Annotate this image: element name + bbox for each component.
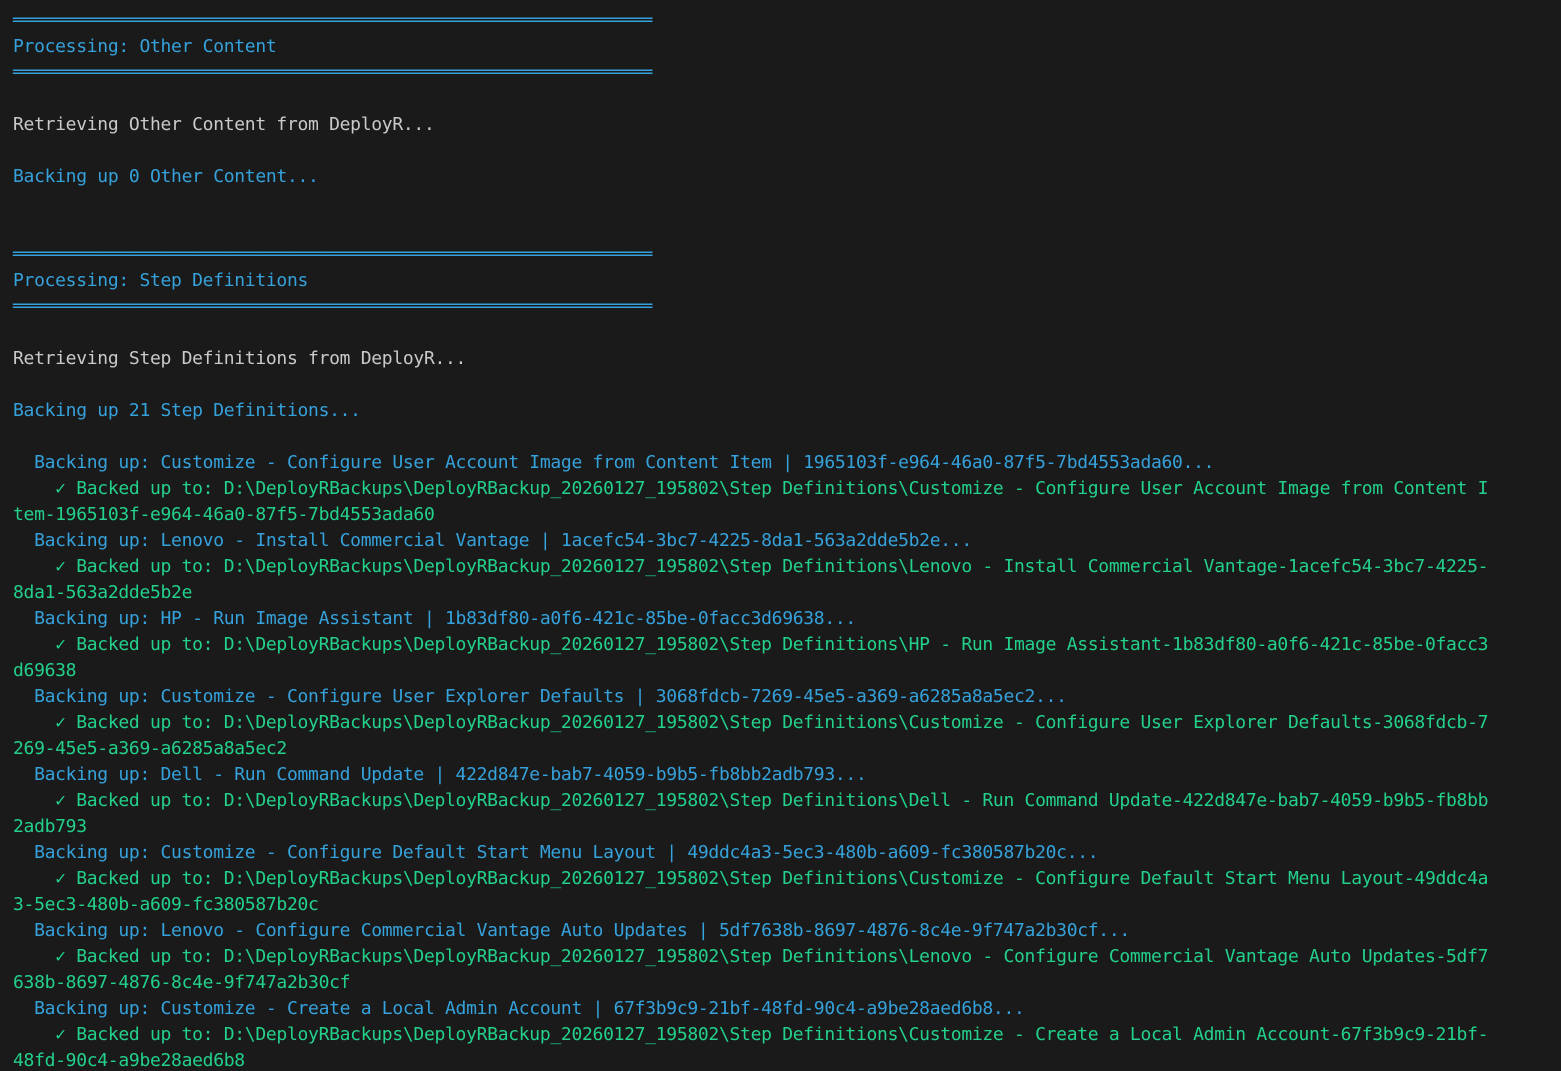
backing-up-item: Backing up: Dell - Run Command Update | … <box>13 762 1561 788</box>
backed-up-result: 8da1-563a2dde5b2e <box>13 580 1561 606</box>
terminal-line <box>13 216 1561 242</box>
backed-up-result: tem-1965103f-e964-46a0-87f5-7bd4553ada60 <box>13 502 1561 528</box>
backed-up-result: ✓ Backed up to: D:\DeployRBackups\Deploy… <box>13 944 1561 970</box>
section-title: Processing: Step Definitions <box>13 268 1561 294</box>
backing-up-count: Backing up 0 Other Content... <box>13 164 1561 190</box>
backed-up-result: ✓ Backed up to: D:\DeployRBackups\Deploy… <box>13 554 1561 580</box>
backed-up-result: ✓ Backed up to: D:\DeployRBackups\Deploy… <box>13 710 1561 736</box>
terminal-line <box>13 190 1561 216</box>
terminal-line <box>13 320 1561 346</box>
backed-up-result: 2adb793 <box>13 814 1561 840</box>
backed-up-result: ✓ Backed up to: D:\DeployRBackups\Deploy… <box>13 476 1561 502</box>
backing-up-item: Backing up: Customize - Create a Local A… <box>13 996 1561 1022</box>
backed-up-result: 48fd-90c4-a9be28aed6b8 <box>13 1048 1561 1071</box>
retrieving-status: Retrieving Other Content from DeployR... <box>13 112 1561 138</box>
backing-up-item: Backing up: Customize - Configure User A… <box>13 450 1561 476</box>
section-separator: ════════════════════════════════════════… <box>13 242 1561 268</box>
backed-up-result: d69638 <box>13 658 1561 684</box>
section-separator: ════════════════════════════════════════… <box>13 294 1561 320</box>
backed-up-result: ✓ Backed up to: D:\DeployRBackups\Deploy… <box>13 788 1561 814</box>
section-separator: ════════════════════════════════════════… <box>13 8 1561 34</box>
backed-up-result: 269-45e5-a369-a6285a8a5ec2 <box>13 736 1561 762</box>
terminal-output[interactable]: ════════════════════════════════════════… <box>0 0 1561 1071</box>
backed-up-result: ✓ Backed up to: D:\DeployRBackups\Deploy… <box>13 866 1561 892</box>
backing-up-item: Backing up: Lenovo - Configure Commercia… <box>13 918 1561 944</box>
backed-up-result: 638b-8697-4876-8c4e-9f747a2b30cf <box>13 970 1561 996</box>
retrieving-status: Retrieving Step Definitions from DeployR… <box>13 346 1561 372</box>
backing-up-item: Backing up: Customize - Configure User E… <box>13 684 1561 710</box>
backed-up-result: ✓ Backed up to: D:\DeployRBackups\Deploy… <box>13 632 1561 658</box>
backing-up-item: Backing up: Lenovo - Install Commercial … <box>13 528 1561 554</box>
terminal-line <box>13 372 1561 398</box>
terminal-line <box>13 86 1561 112</box>
terminal-line <box>13 424 1561 450</box>
backed-up-result: ✓ Backed up to: D:\DeployRBackups\Deploy… <box>13 1022 1561 1048</box>
terminal-line <box>13 138 1561 164</box>
section-title: Processing: Other Content <box>13 34 1561 60</box>
section-separator: ════════════════════════════════════════… <box>13 60 1561 86</box>
backing-up-item: Backing up: Customize - Configure Defaul… <box>13 840 1561 866</box>
backing-up-count: Backing up 21 Step Definitions... <box>13 398 1561 424</box>
backing-up-item: Backing up: HP - Run Image Assistant | 1… <box>13 606 1561 632</box>
backed-up-result: 3-5ec3-480b-a609-fc380587b20c <box>13 892 1561 918</box>
